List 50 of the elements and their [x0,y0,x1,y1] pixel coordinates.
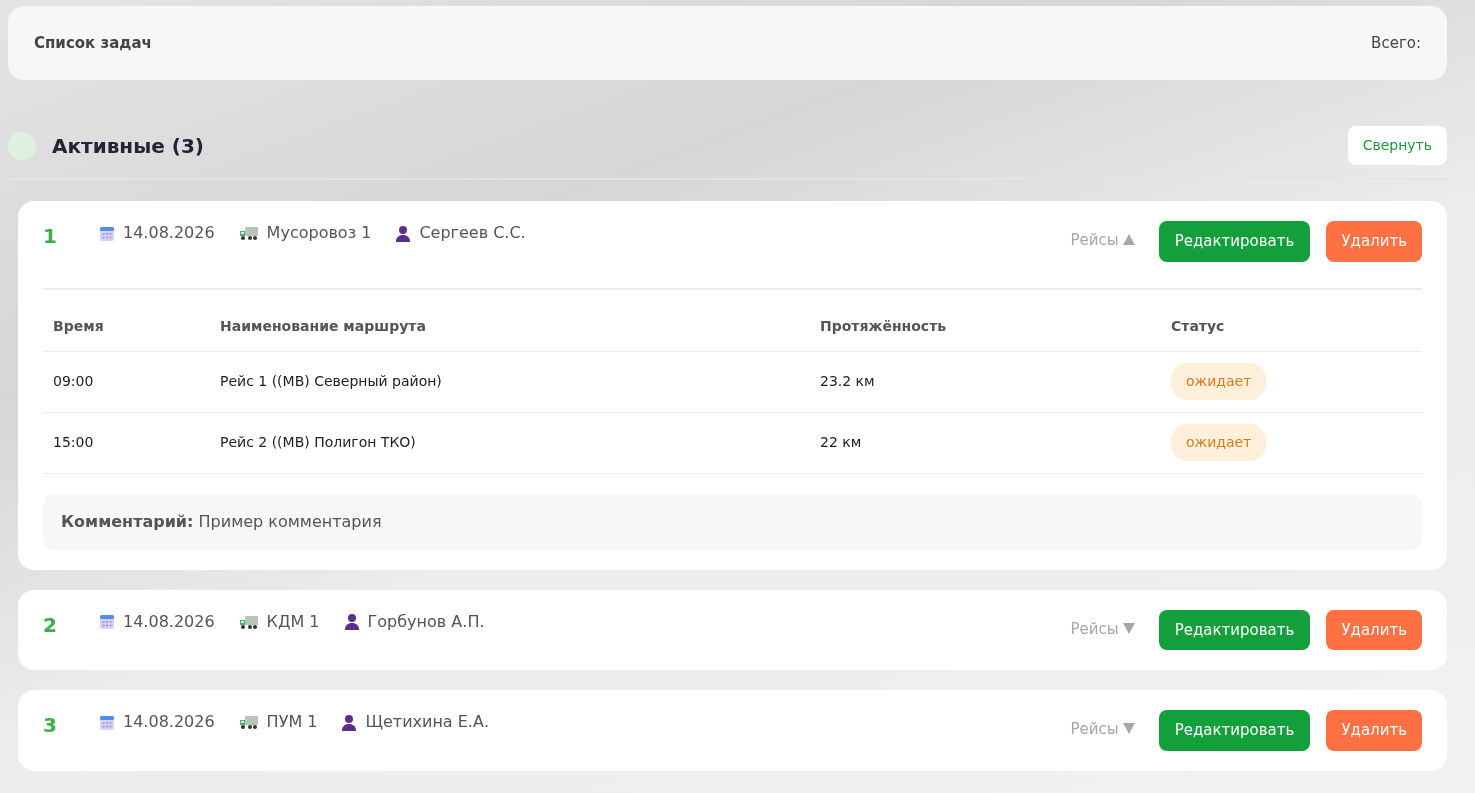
caret-down-icon [1122,622,1135,634]
driver-name: Щетихина Е.А. [365,711,489,733]
task-number: 3 [43,712,58,739]
truck-icon [238,613,259,630]
calendar-icon [99,224,115,242]
page-title: Список задач [34,32,152,54]
table-cell: Рейс 2 ((МВ) Полигон ТКО) [210,412,810,473]
caret-down-icon [1122,723,1135,734]
edit-button[interactable]: Редактировать [1158,710,1311,751]
total-label: Всего: [1371,32,1421,54]
calendar-icon [99,713,115,731]
column-header: Протяжённость [810,288,1161,351]
comment-text: Комментарий: Пример комментария [43,493,1422,550]
task-date: 14.08.2026 [123,711,215,733]
edit-button[interactable]: Редактировать [1158,609,1311,650]
table-cell: 09:00 [43,351,210,412]
task-date: 14.08.2026 [123,222,215,244]
status-badge: ожидает [1171,424,1267,461]
driver-name: Горбунов А.П. [367,610,485,633]
truck-icon [238,225,259,241]
person-icon [395,224,412,242]
task-number: 1 [43,223,58,250]
calendar-icon [99,613,115,630]
column-header: Наименование маршрута [210,288,810,351]
column-header: Время [43,288,210,351]
delete-button[interactable]: Удалить [1326,710,1422,751]
trips-toggle[interactable]: Рейсы [1070,718,1135,741]
table-cell: 22 км [810,412,1161,473]
delete-button[interactable]: Удалить [1326,221,1422,262]
collapse-button[interactable]: Свернуть [1347,126,1447,165]
task-date: 14.08.2026 [123,610,215,633]
vehicle-name: Мусоровоз 1 [266,222,372,244]
person-icon [341,713,358,731]
table-cell: Рейс 1 ((МВ) Северный район) [210,351,810,412]
section-title: Активные (3) [52,132,204,160]
table-cell: 15:00 [43,412,210,473]
vehicle-name: КДМ 1 [266,610,320,633]
delete-button[interactable]: Удалить [1326,609,1422,650]
person-icon [343,613,360,630]
driver-name: Сергеев С.С. [419,222,526,244]
task-number: 2 [43,611,58,639]
trips-toggle[interactable]: Рейсы [1070,229,1135,252]
table-cell: 23.2 км [810,351,1161,412]
status-badge: ожидает [1171,363,1267,400]
truck-icon [238,714,259,730]
column-header: Статус [1161,288,1422,351]
trips-toggle[interactable]: Рейсы [1070,617,1135,640]
caret-up-icon [1122,234,1135,245]
vehicle-name: ПУМ 1 [266,711,318,733]
edit-button[interactable]: Редактировать [1158,221,1311,262]
